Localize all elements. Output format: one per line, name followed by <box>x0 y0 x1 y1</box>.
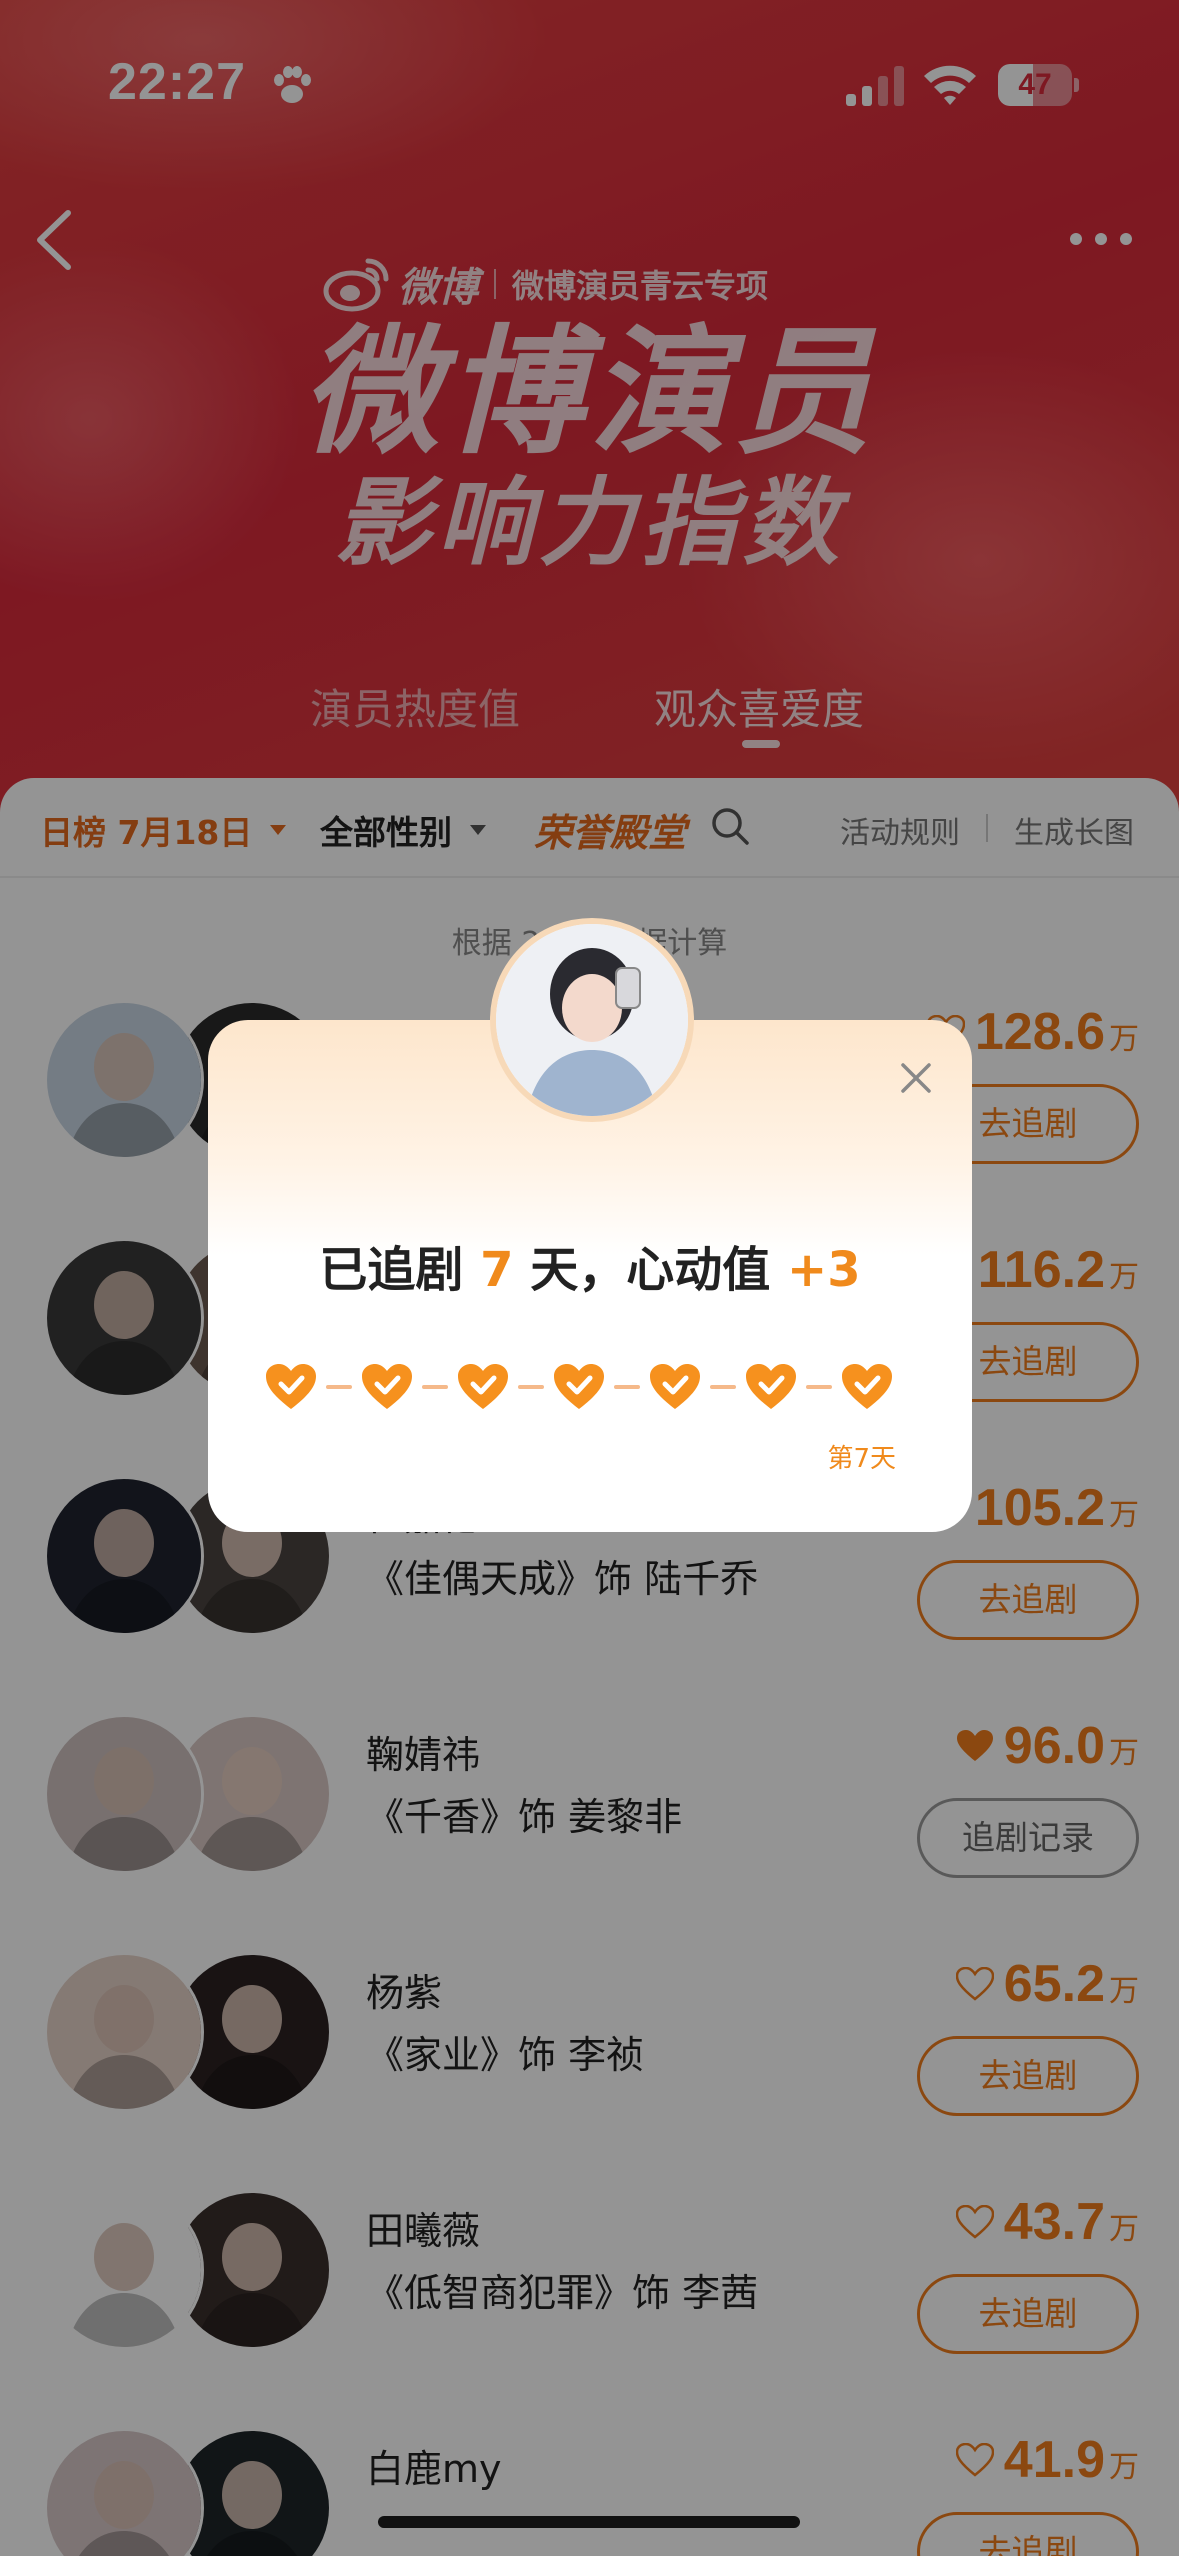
heart-check-icon <box>842 1364 892 1409</box>
checkin-modal: 已追剧 7 天，心动值 +3 第7天 <box>208 918 972 1532</box>
heart-check-icon <box>458 1364 508 1409</box>
progress-connector <box>710 1385 736 1389</box>
modal-avatar <box>490 918 694 1122</box>
checkin-message: 已追剧 7 天，心动值 +3 <box>208 1230 972 1300</box>
progress-connector <box>806 1385 832 1389</box>
progress-connector <box>326 1385 352 1389</box>
progress-connector <box>518 1385 544 1389</box>
heart-check-icon <box>650 1364 700 1409</box>
checkin-prefix: 已追剧 <box>319 1242 481 1298</box>
heart-check-icon <box>554 1364 604 1409</box>
home-indicator <box>378 2516 800 2528</box>
checkin-days: 7 <box>480 1242 514 1298</box>
hearts-progress <box>264 1362 914 1422</box>
heart-check-icon <box>362 1364 412 1409</box>
close-icon[interactable] <box>898 1060 934 1096</box>
day-label: 第7天 <box>827 1444 896 1474</box>
progress-connector <box>614 1385 640 1389</box>
progress-connector <box>422 1385 448 1389</box>
heart-check-icon <box>746 1364 796 1409</box>
checkin-mid: 天，心动值 <box>513 1242 787 1298</box>
checkin-points: +3 <box>786 1242 861 1298</box>
heart-check-icon <box>266 1364 316 1409</box>
